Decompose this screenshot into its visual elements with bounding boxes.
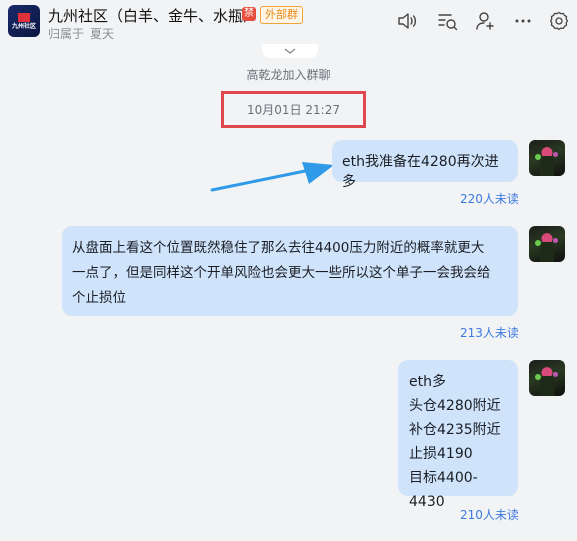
sender-avatar[interactable]	[529, 140, 565, 176]
chat-search-icon[interactable]	[436, 10, 458, 32]
add-member-icon[interactable]	[474, 10, 496, 32]
group-avatar-label: 九州社区	[11, 22, 36, 30]
message-line: eth我准备在4280再次进多	[342, 154, 499, 190]
message-line: 补仓4235附近	[409, 422, 501, 438]
group-owner-line: 归属于 夏天	[48, 25, 114, 42]
message-bubble[interactable]: eth我准备在4280再次进多	[332, 140, 518, 190]
group-avatar[interactable]: 九州社区	[8, 5, 40, 37]
group-avatar-flag-icon	[18, 12, 30, 22]
message-bubble[interactable]: 从盘面上看这个位置既然稳住了那么去往4400压力附近的概率就更大 一点了，但是同…	[62, 226, 518, 316]
group-title[interactable]: 九州社区（白羊、金牛、水瓶）	[48, 5, 258, 26]
owner-name[interactable]: 夏天	[90, 27, 114, 41]
message-bubble[interactable]: eth多 头仓4280附近 补仓4235附近 止损4190 目标4400-443…	[398, 360, 518, 510]
message-line: 一点了，但是同样这个开单风险也会更大一些所以这个单子一会我会给	[72, 265, 491, 281]
chat-header: 九州社区 九州社区（白羊、金牛、水瓶） 禁 外部群 归属于 夏天	[0, 0, 577, 44]
collapse-toggle[interactable]	[262, 44, 318, 58]
owner-prefix: 归属于	[48, 27, 85, 41]
timestamp: 10月01日 21:27	[247, 103, 340, 117]
read-status[interactable]: 213人未读	[460, 324, 519, 341]
settings-icon[interactable]	[548, 10, 570, 32]
more-icon[interactable]	[512, 10, 534, 32]
message-line: 从盘面上看这个位置既然稳住了那么去往4400压力附近的概率就更大	[72, 240, 485, 256]
message-line: 个止损位	[72, 290, 126, 306]
external-group-tag: 外部群	[260, 6, 303, 24]
sender-avatar[interactable]	[529, 360, 565, 396]
mute-badge: 禁	[242, 7, 256, 21]
voice-icon[interactable]	[396, 10, 418, 32]
chevron-down-icon	[284, 48, 296, 54]
join-notice: 高乾龙加入群聊	[246, 68, 331, 82]
read-status[interactable]: 220人未读	[460, 190, 519, 207]
timestamp-highlight: 10月01日 21:27	[221, 91, 366, 128]
message-line: 头仓4280附近	[409, 398, 501, 414]
read-status[interactable]: 210人未读	[460, 506, 519, 523]
annotation-arrow-icon	[210, 162, 334, 192]
sender-avatar[interactable]	[529, 226, 565, 262]
message-line: eth多	[409, 374, 446, 390]
message-line: 止损4190	[409, 446, 473, 462]
